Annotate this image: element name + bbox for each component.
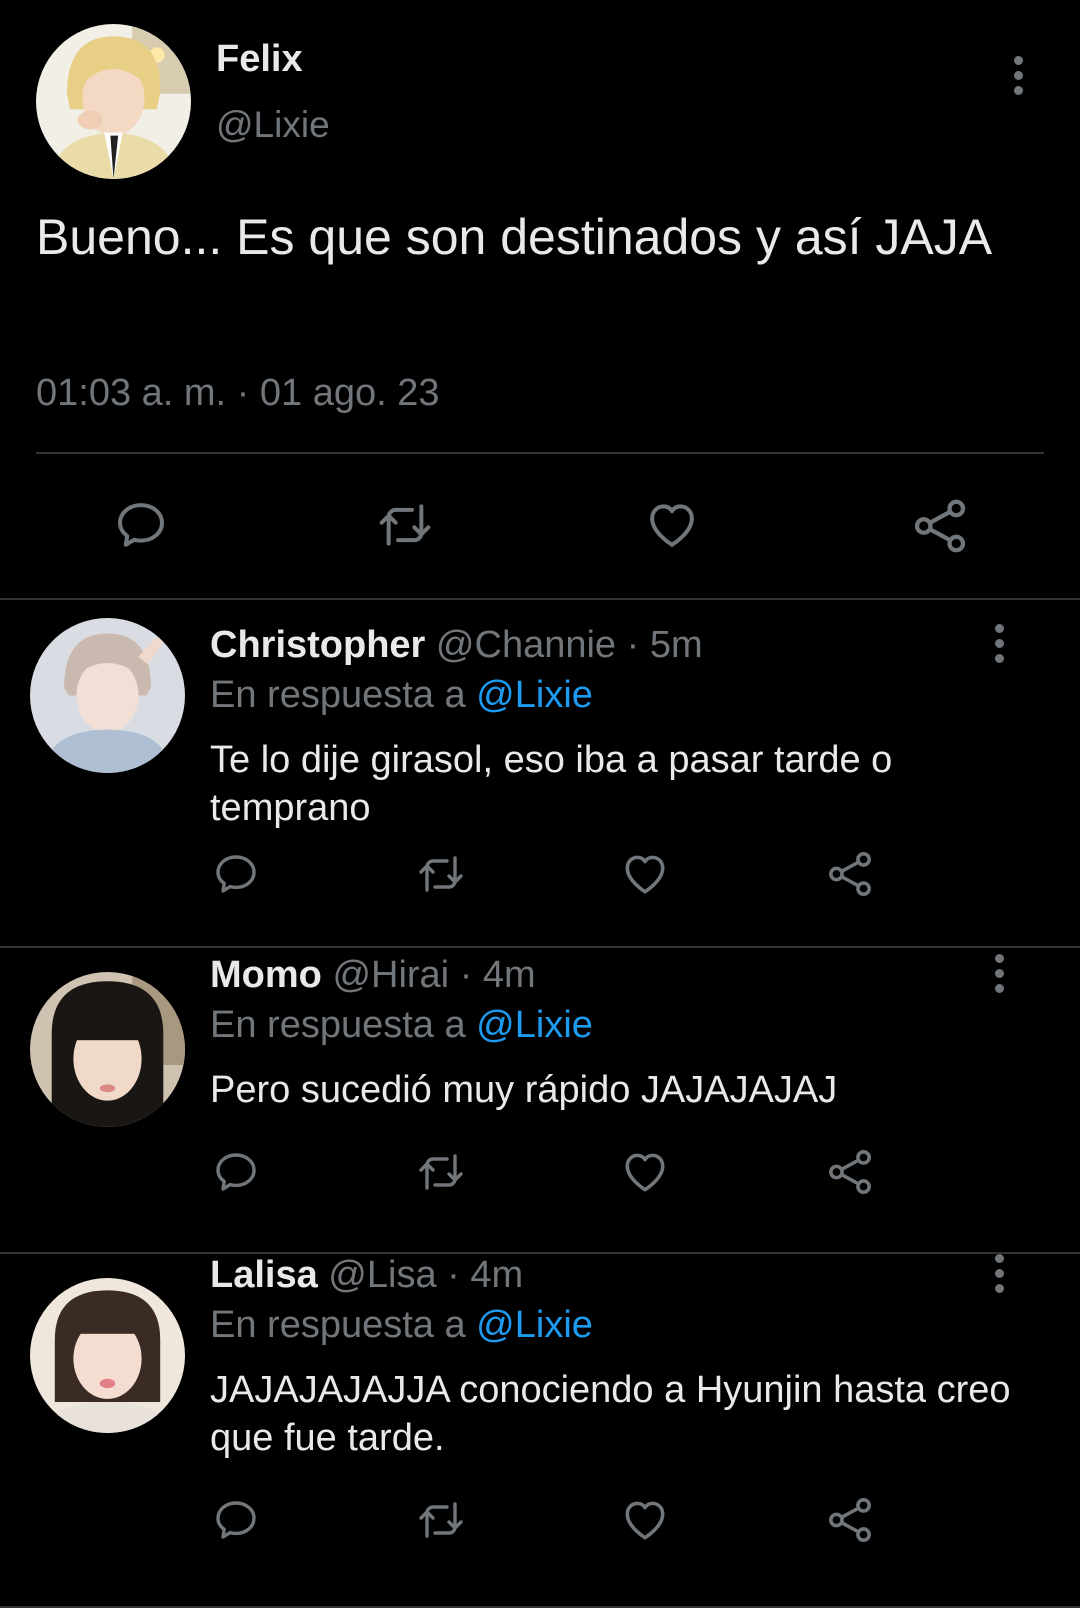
reply-time: · 4m bbox=[447, 1254, 524, 1296]
author-name[interactable]: Lalisa bbox=[210, 1254, 318, 1296]
reply-header: Christopher @Channie · 5m bbox=[210, 624, 703, 667]
retweet-icon[interactable] bbox=[410, 846, 472, 902]
reply-header: Lalisa @Lisa · 4m bbox=[210, 1254, 523, 1297]
reply-text: JAJAJAJAJJA conociendo a Hyunjin hasta c… bbox=[210, 1369, 1011, 1459]
reply-text: Te lo dije girasol, eso iba a pasar tard… bbox=[210, 739, 893, 829]
share-icon[interactable] bbox=[820, 846, 880, 902]
reply-text: Pero sucedió muy rápido JAJAJAJAJ bbox=[210, 1069, 838, 1111]
retweet-icon[interactable] bbox=[410, 1144, 472, 1200]
reply-icon[interactable] bbox=[206, 1492, 266, 1548]
in-reply-label: En respuesta a bbox=[210, 1004, 477, 1046]
avatar[interactable] bbox=[30, 1278, 185, 1433]
like-icon[interactable] bbox=[615, 1492, 675, 1548]
reply-tweet[interactable]: Christopher @Channie · 5m En respuesta a… bbox=[0, 600, 1080, 948]
mention-link[interactable]: @Lixie bbox=[476, 674, 593, 716]
author-name[interactable]: Christopher bbox=[210, 624, 425, 666]
avatar[interactable] bbox=[30, 618, 185, 773]
author-name[interactable]: Felix bbox=[216, 38, 303, 81]
in-reply-to: En respuesta a @Lixie bbox=[210, 1004, 593, 1047]
author-handle[interactable]: @Lixie bbox=[216, 104, 330, 146]
tweet-text: Bueno... Es que son destinados y así JAJ… bbox=[36, 209, 993, 265]
share-icon[interactable] bbox=[820, 1492, 880, 1548]
reply-icon[interactable] bbox=[206, 846, 266, 902]
reply-tweet[interactable]: Lalisa @Lisa · 4m En respuesta a @Lixie … bbox=[0, 1253, 1080, 1608]
reply-time: · 4m bbox=[459, 954, 536, 996]
more-options-icon[interactable] bbox=[1003, 50, 1033, 100]
like-icon[interactable] bbox=[615, 1144, 675, 1200]
retweet-icon[interactable] bbox=[410, 1492, 472, 1548]
reply-time: · 5m bbox=[626, 624, 703, 666]
in-reply-to: En respuesta a @Lixie bbox=[210, 674, 593, 717]
mention-link[interactable]: @Lixie bbox=[476, 1004, 593, 1046]
avatar-image-momo bbox=[30, 972, 185, 1127]
tweet-timestamp: 01:03 a. m. · 01 ago. 23 bbox=[36, 372, 440, 414]
mention-link[interactable]: @Lixie bbox=[476, 1304, 593, 1346]
avatar-image-felix bbox=[36, 24, 191, 179]
author-name[interactable]: Momo bbox=[210, 954, 322, 996]
author-handle[interactable]: @Channie bbox=[436, 624, 616, 666]
more-options-icon[interactable] bbox=[984, 948, 1014, 998]
retweet-icon[interactable] bbox=[370, 495, 440, 555]
author-handle[interactable]: @Hirai bbox=[332, 954, 449, 996]
avatar-image-christopher bbox=[30, 618, 185, 773]
share-icon[interactable] bbox=[820, 1144, 880, 1200]
avatar[interactable] bbox=[36, 24, 191, 179]
share-icon[interactable] bbox=[905, 495, 975, 557]
in-reply-label: En respuesta a bbox=[210, 1304, 477, 1346]
divider bbox=[36, 452, 1044, 454]
like-icon[interactable] bbox=[637, 495, 707, 555]
in-reply-label: En respuesta a bbox=[210, 674, 477, 716]
in-reply-to: En respuesta a @Lixie bbox=[210, 1304, 593, 1347]
avatar[interactable] bbox=[30, 972, 185, 1127]
avatar-image-lalisa bbox=[30, 1278, 185, 1433]
more-options-icon[interactable] bbox=[984, 618, 1014, 668]
more-options-icon[interactable] bbox=[984, 1248, 1014, 1298]
reply-tweet[interactable]: Momo @Hirai · 4m En respuesta a @Lixie P… bbox=[0, 948, 1080, 1254]
reply-header: Momo @Hirai · 4m bbox=[210, 954, 536, 997]
like-icon[interactable] bbox=[615, 846, 675, 902]
main-tweet: Felix @Lixie Bueno... Es que son destina… bbox=[0, 0, 1080, 600]
author-handle[interactable]: @Lisa bbox=[328, 1254, 436, 1296]
reply-icon[interactable] bbox=[108, 495, 174, 555]
reply-icon[interactable] bbox=[206, 1144, 266, 1200]
